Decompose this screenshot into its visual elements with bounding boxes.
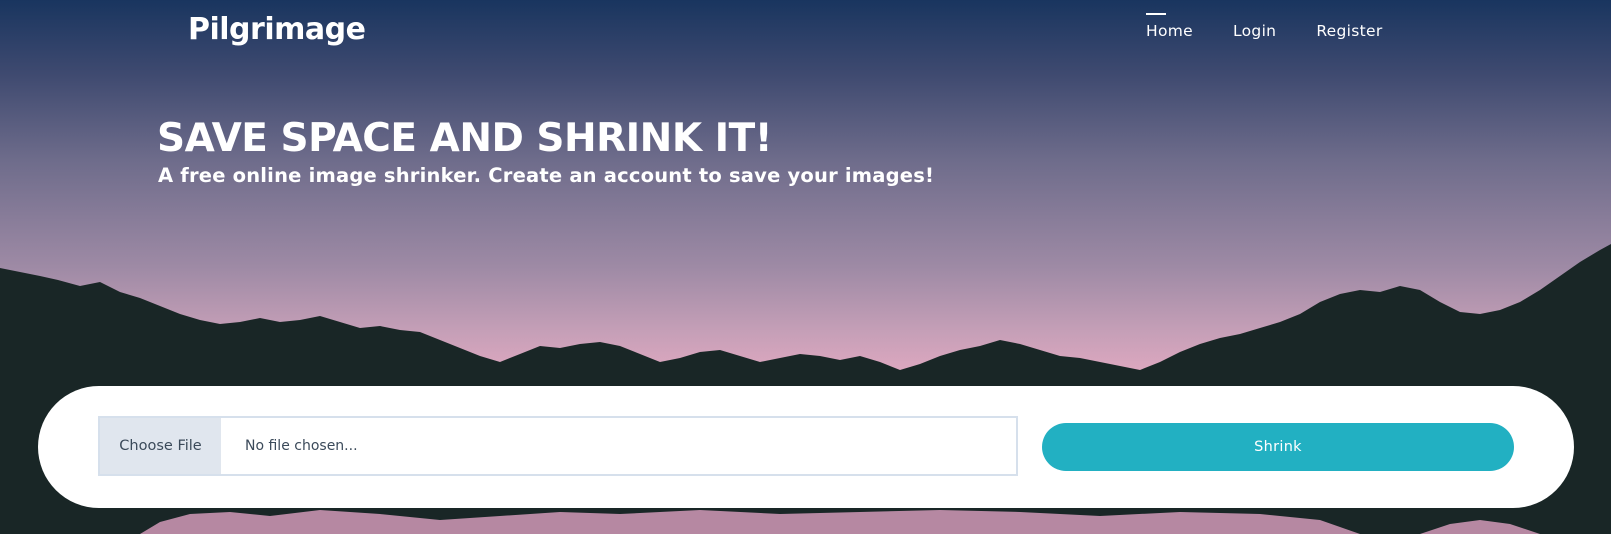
upload-card: Choose File No file chosen... Shrink xyxy=(38,386,1574,508)
file-input[interactable]: Choose File No file chosen... xyxy=(98,416,1018,476)
nav-item-home[interactable]: Home xyxy=(1146,13,1193,40)
main-nav: Home Login Register xyxy=(1146,13,1383,40)
choose-file-button[interactable]: Choose File xyxy=(100,418,221,474)
hero-title: SAVE SPACE AND SHRINK IT! xyxy=(157,116,773,161)
file-status-label: No file chosen... xyxy=(245,438,358,454)
hero-subtitle: A free online image shrinker. Create an … xyxy=(158,164,935,187)
nav-item-register[interactable]: Register xyxy=(1316,22,1382,40)
nav-item-login[interactable]: Login xyxy=(1233,22,1276,40)
shrink-button[interactable]: Shrink xyxy=(1042,423,1514,471)
brand-logo-text[interactable]: Pilgrimage xyxy=(188,12,366,47)
page: Pilgrimage Home Login Register SAVE SPAC… xyxy=(0,0,1611,534)
